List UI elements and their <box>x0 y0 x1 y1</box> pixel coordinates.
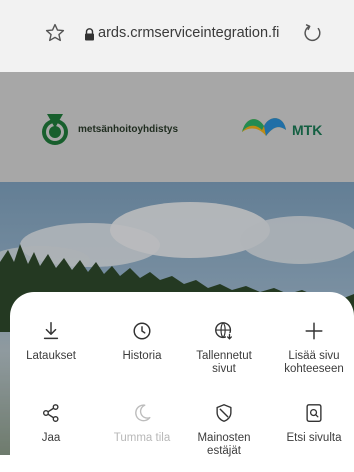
menu-item-add-page-to[interactable]: Lisää sivu kohteeseen <box>275 320 353 376</box>
reload-icon[interactable] <box>302 22 324 44</box>
menu-item-label: Lisää sivu kohteeseen <box>284 350 344 375</box>
menu-item-find-on-page[interactable]: Etsi sivulta <box>275 402 353 445</box>
lock-icon <box>85 28 94 41</box>
menu-item-history[interactable]: Historia <box>103 320 181 363</box>
download-icon <box>43 322 59 340</box>
menu-item-dark-mode: Tumma tila <box>103 402 181 445</box>
menu-item-downloads[interactable]: Lataukset <box>12 320 90 363</box>
menu-item-label: Tumma tila <box>113 432 171 444</box>
star-icon[interactable] <box>44 22 66 44</box>
menu-item-label: Etsi sivulta <box>286 432 342 444</box>
moon-icon <box>135 404 151 422</box>
browser-menu-sheet: Lataukset Historia Tallennetut sivut Lis… <box>10 292 354 472</box>
menu-item-label: Jaa <box>41 432 61 444</box>
saved-pages-globe-icon <box>215 322 234 341</box>
ad-block-shield-icon <box>216 404 232 422</box>
menu-item-ad-blockers[interactable]: Mainosten estäjät <box>185 402 263 458</box>
plus-icon <box>305 322 323 340</box>
menu-item-label: Mainosten estäjät <box>197 432 251 457</box>
url-bar[interactable]: ards.crmserviceintegration.fi <box>98 25 279 41</box>
menu-item-label: Historia <box>122 350 162 362</box>
menu-item-share[interactable]: Jaa <box>12 402 90 445</box>
share-icon <box>42 404 59 422</box>
find-on-page-icon <box>306 404 322 422</box>
menu-item-saved-pages[interactable]: Tallennetut sivut <box>185 320 263 376</box>
menu-item-label: Lataukset <box>26 350 76 362</box>
browser-toolbar: ards.crmserviceintegration.fi <box>0 0 354 72</box>
menu-item-label: Tallennetut sivut <box>196 350 252 375</box>
history-clock-icon <box>133 322 151 340</box>
